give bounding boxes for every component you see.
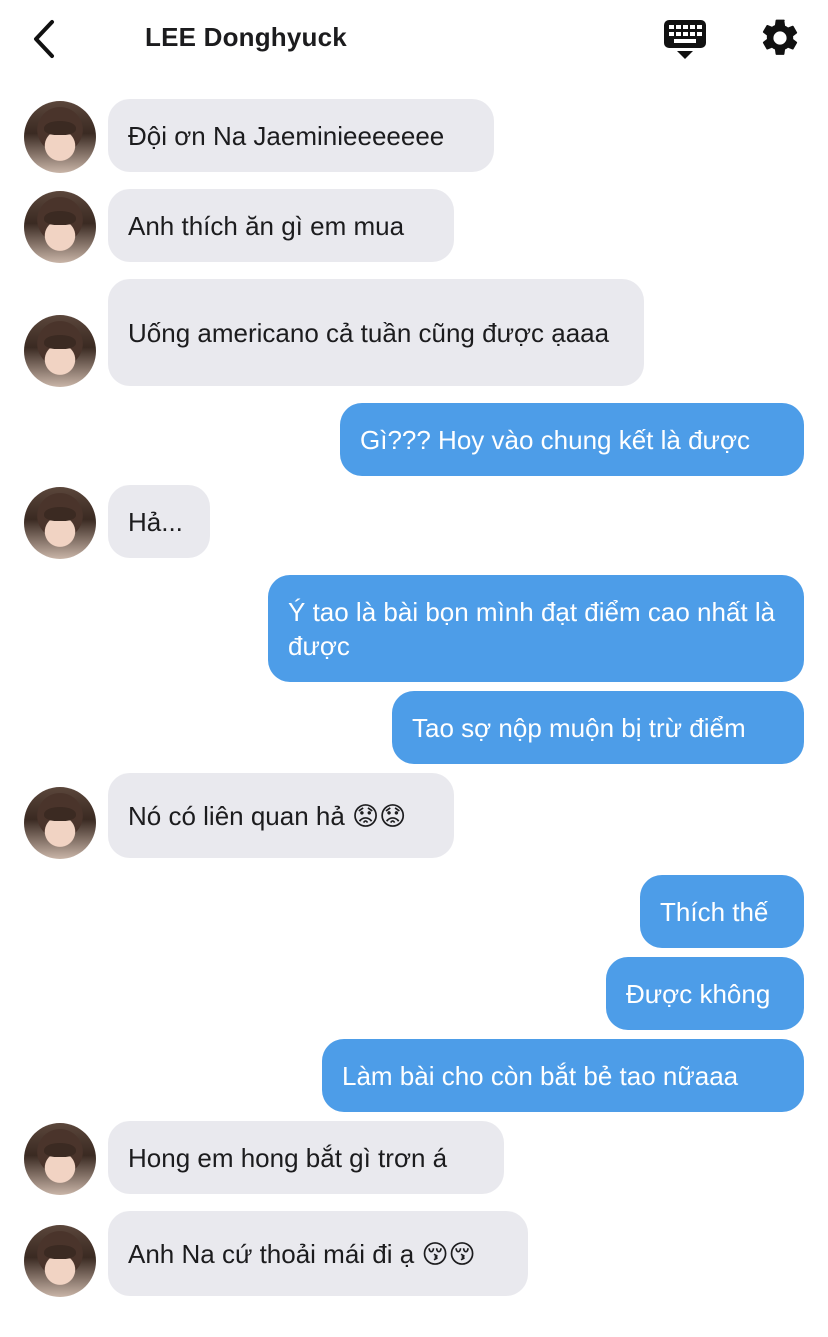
contact-name[interactable]: LEE Donghyuck xyxy=(145,22,347,53)
back-button[interactable] xyxy=(26,16,66,62)
incoming-message-bubble[interactable]: Hả... xyxy=(108,485,210,558)
message-text: Anh Na cứ thoải mái đi ạ 😚😚 xyxy=(128,1238,476,1269)
settings-button[interactable] xyxy=(758,16,802,60)
contact-avatar[interactable] xyxy=(24,315,96,387)
message-text: Tao sợ nộp muộn bị trừ điểm xyxy=(412,712,746,743)
incoming-message-bubble[interactable]: Uống americano cả tuần cũng được ạaaa xyxy=(108,279,644,386)
message-text: Gì??? Hoy vào chung kết là được xyxy=(360,424,750,455)
message-text: Đội ơn Na Jaeminieeeeeee xyxy=(128,120,445,151)
message-text: Hong em hong bắt gì trơn á xyxy=(128,1142,448,1173)
incoming-message-bubble[interactable]: Anh Na cứ thoải mái đi ạ 😚😚 xyxy=(108,1211,528,1296)
gear-icon xyxy=(762,19,798,55)
message-text: Ý tao là bài bọn mình đạt điểm cao nhất … xyxy=(288,596,776,661)
chevron-left-icon xyxy=(34,20,54,58)
contact-avatar[interactable] xyxy=(24,1225,96,1297)
incoming-message-bubble[interactable]: Nó có liên quan hả 😟😟 xyxy=(108,773,454,858)
message-text: Làm bài cho còn bắt bẻ tao nữaaa xyxy=(342,1060,739,1091)
contact-avatar[interactable] xyxy=(24,101,96,173)
outgoing-message-bubble[interactable]: Tao sợ nộp muộn bị trừ điểm xyxy=(392,691,804,764)
outgoing-message-bubble[interactable]: Ý tao là bài bọn mình đạt điểm cao nhất … xyxy=(268,575,804,682)
outgoing-message-bubble[interactable]: Làm bài cho còn bắt bẻ tao nữaaa xyxy=(322,1039,804,1112)
incoming-message-bubble[interactable]: Anh thích ăn gì em mua xyxy=(108,189,454,262)
message-text: Hả... xyxy=(128,506,183,537)
chat-header: LEE Donghyuck xyxy=(0,0,828,80)
message-text: Anh thích ăn gì em mua xyxy=(128,210,405,241)
message-text: Nó có liên quan hả 😟😟 xyxy=(128,800,407,831)
outgoing-message-bubble[interactable]: Gì??? Hoy vào chung kết là được xyxy=(340,403,804,476)
contact-avatar[interactable] xyxy=(24,487,96,559)
contact-avatar[interactable] xyxy=(24,787,96,859)
keyboard-button[interactable] xyxy=(662,16,708,62)
contact-avatar[interactable] xyxy=(24,191,96,263)
contact-avatar[interactable] xyxy=(24,1123,96,1195)
message-text: Được không xyxy=(626,978,771,1009)
outgoing-message-bubble[interactable]: Được không xyxy=(606,957,804,1030)
message-text: Uống americano cả tuần cũng được ạaaa xyxy=(128,317,610,348)
message-text: Thích thế xyxy=(660,896,769,927)
incoming-message-bubble[interactable]: Đội ơn Na Jaeminieeeeeee xyxy=(108,99,494,172)
keyboard-icon xyxy=(664,20,706,59)
outgoing-message-bubble[interactable]: Thích thế xyxy=(640,875,804,948)
incoming-message-bubble[interactable]: Hong em hong bắt gì trơn á xyxy=(108,1121,504,1194)
